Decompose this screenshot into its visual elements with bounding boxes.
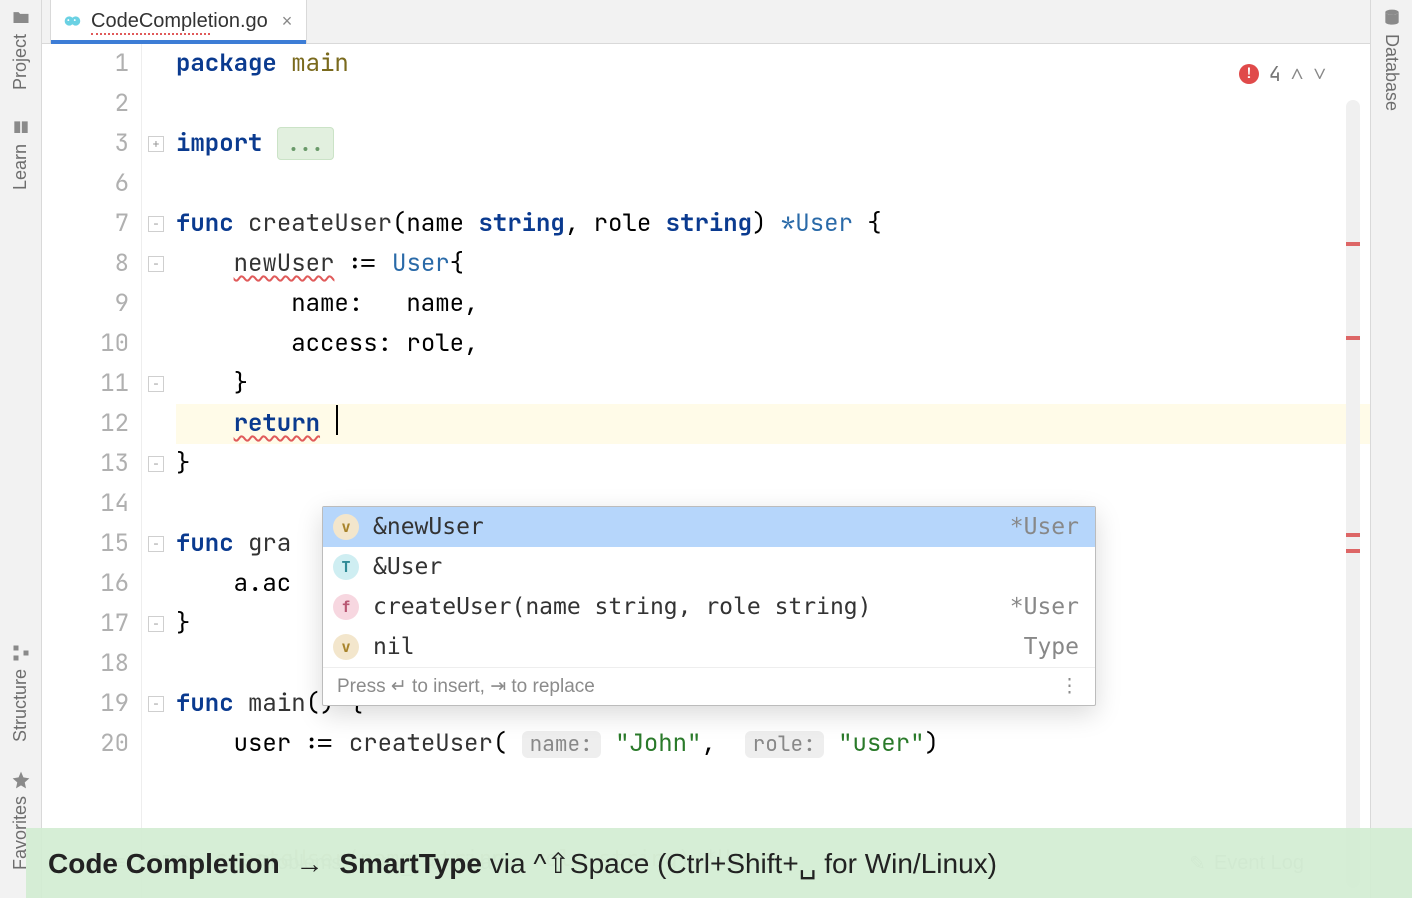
error-badge-icon: ! [1239, 64, 1259, 84]
tab-codecompletion[interactable]: CodeCompletion.go × [50, 0, 307, 43]
inspection-widget[interactable]: ! 4 ˄ ˅ [1239, 54, 1326, 94]
code-editor[interactable]: 1 2 3 6 7 8 9 10 11 12 13 14 15 16 17 18… [42, 44, 1370, 898]
more-icon[interactable]: ⋮ [1060, 667, 1079, 707]
fold-expand-icon[interactable]: + [148, 136, 164, 152]
variable-kind-icon: v [333, 514, 359, 540]
tab-filename: CodeCompletion.go [91, 10, 268, 33]
fold-collapse-icon[interactable]: − [148, 696, 164, 712]
text-cursor [336, 405, 338, 435]
type-kind-icon: T [333, 554, 359, 580]
completion-hint: Press ↵ to insert, ⇥ to replace ⋮ [323, 667, 1095, 705]
database-icon [1382, 8, 1402, 28]
code-content[interactable]: package main import ... func createUser(… [174, 44, 1370, 898]
editor-area: CodeCompletion.go × 1 2 3 6 7 8 9 10 11 … [42, 0, 1370, 898]
tool-database[interactable]: Database [1381, 8, 1402, 111]
completion-item[interactable]: v &newUser *User [323, 507, 1095, 547]
error-count: 4 [1269, 54, 1281, 94]
fold-column: + − − − − − − − [142, 44, 174, 898]
completion-item[interactable]: v nil Type [323, 627, 1095, 667]
completion-item[interactable]: f createUser(name string, role string) *… [323, 587, 1095, 627]
chevron-down-icon[interactable]: ˅ [1313, 54, 1326, 94]
completion-item[interactable]: T &User [323, 547, 1095, 587]
gutter: 1 2 3 6 7 8 9 10 11 12 13 14 15 16 17 18… [42, 44, 142, 898]
tool-structure[interactable]: Structure [10, 643, 31, 742]
folded-imports[interactable]: ... [277, 127, 334, 160]
completion-popup: v &newUser *User T &User f createUser(na… [322, 506, 1096, 706]
inlay-hint: name: [522, 731, 601, 758]
tab-bar: CodeCompletion.go × [42, 0, 1370, 44]
chevron-up-icon[interactable]: ˄ [1291, 54, 1304, 94]
tip-banner: Code Completion → SmartType via ^⇧Space … [26, 828, 1412, 898]
structure-icon [11, 643, 31, 663]
variable-kind-icon: v [333, 634, 359, 660]
fold-collapse-icon[interactable]: − [148, 536, 164, 552]
right-tool-rail: Database [1370, 0, 1412, 898]
star-icon [11, 770, 31, 790]
function-kind-icon: f [333, 594, 359, 620]
left-tool-rail: Project Learn Structure Favorites [0, 0, 42, 898]
go-file-icon [61, 10, 83, 32]
fold-collapse-icon[interactable]: − [148, 256, 164, 272]
line-number: 1 [42, 44, 129, 84]
tool-project[interactable]: Project [10, 8, 31, 90]
book-icon [11, 118, 31, 138]
error-marker-strip[interactable] [1346, 100, 1360, 888]
fold-collapse-icon[interactable]: − [148, 376, 164, 392]
fold-collapse-icon[interactable]: − [148, 456, 164, 472]
tool-learn[interactable]: Learn [10, 118, 31, 190]
close-icon[interactable]: × [282, 11, 293, 32]
inlay-hint: role: [745, 731, 824, 758]
fold-collapse-icon[interactable]: − [148, 616, 164, 632]
fold-collapse-icon[interactable]: − [148, 216, 164, 232]
folder-icon [11, 8, 31, 28]
